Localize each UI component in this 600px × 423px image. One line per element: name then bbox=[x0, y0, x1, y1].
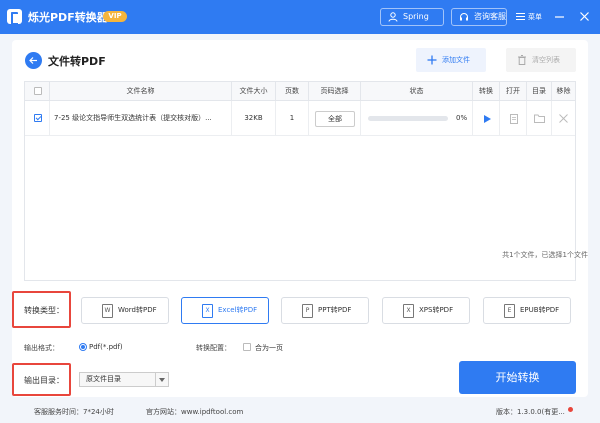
epub-to-pdf-label: EPUB转PDF bbox=[520, 306, 560, 314]
chevron-down-icon[interactable] bbox=[155, 373, 168, 386]
convert-type-label: 转换类型： bbox=[24, 306, 64, 315]
ppt-file-icon: P bbox=[302, 304, 313, 318]
play-icon[interactable] bbox=[483, 115, 491, 123]
back-button[interactable] bbox=[25, 52, 42, 69]
xps-to-pdf-label: XPS转PDF bbox=[419, 306, 454, 314]
menu-label: 菜单 bbox=[528, 13, 542, 21]
close-icon[interactable] bbox=[579, 11, 590, 22]
output-dir-value: 原文件目录 bbox=[86, 375, 121, 383]
header-folder: 目录 bbox=[526, 82, 551, 101]
select-all-cell bbox=[25, 82, 49, 101]
header-open: 打开 bbox=[499, 82, 526, 101]
range-cell: 全部 bbox=[308, 101, 360, 136]
word-to-pdf-label: Word转PDF bbox=[118, 306, 157, 314]
xps-file-icon: X bbox=[403, 304, 414, 318]
word-file-icon: W bbox=[102, 304, 113, 318]
row-checkbox[interactable] bbox=[34, 114, 42, 122]
open-cell bbox=[499, 101, 526, 136]
service-hours: 客服服务时间：7*24小时 bbox=[34, 408, 114, 416]
app-logo-icon bbox=[7, 9, 22, 25]
update-dot bbox=[568, 407, 573, 412]
excel-to-pdf-button[interactable]: X Excel转PDF bbox=[181, 297, 269, 324]
excel-file-icon: X bbox=[202, 304, 213, 318]
user-name: Spring bbox=[403, 12, 429, 21]
file-size: 32KB bbox=[231, 101, 275, 136]
table-row[interactable]: 7-25 级论文指导师生双选统计表（提交核对版）... 32KB 1 全部 0% bbox=[25, 101, 575, 136]
app-title: 烁光PDF转换器 bbox=[28, 11, 108, 24]
add-file-label: 添加文件 bbox=[442, 56, 470, 64]
remove-cell bbox=[551, 101, 575, 136]
trash-icon bbox=[518, 55, 526, 65]
folder-cell bbox=[526, 101, 551, 136]
version-info[interactable]: 版本：1.3.0.0(有更... bbox=[496, 407, 565, 417]
plus-icon bbox=[427, 55, 437, 65]
row-check-cell bbox=[25, 101, 49, 136]
start-convert-button[interactable]: 开始转换 bbox=[459, 361, 576, 394]
merge-page-label[interactable]: 合为一页 bbox=[255, 343, 283, 353]
page-title: 文件转PDF bbox=[48, 55, 106, 68]
header-convert: 转换 bbox=[472, 82, 499, 101]
page-range-button[interactable]: 全部 bbox=[315, 111, 355, 127]
epub-to-pdf-button[interactable]: E EPUB转PDF bbox=[483, 297, 571, 324]
add-file-button[interactable]: 添加文件 bbox=[416, 48, 486, 72]
select-all-checkbox[interactable] bbox=[34, 87, 42, 95]
folder-icon[interactable] bbox=[534, 114, 545, 123]
ppt-to-pdf-label: PPT转PDF bbox=[318, 306, 352, 314]
customer-service-button[interactable]: 咨询客服 bbox=[451, 8, 507, 26]
header-status: 状态 bbox=[360, 82, 472, 101]
clear-list-label: 清空列表 bbox=[532, 56, 560, 64]
pdf-format-radio[interactable] bbox=[79, 343, 87, 351]
file-table: 文件名称 文件大小 页数 页码选择 状态 转换 打开 目录 移除 7-25 级论… bbox=[24, 81, 576, 281]
output-dir-label: 输出目录： bbox=[24, 376, 64, 385]
official-website[interactable]: 官方网站：www.ipdftool.com bbox=[146, 407, 243, 417]
menu-icon bbox=[516, 13, 525, 20]
progress-percent: 0% bbox=[456, 114, 468, 122]
output-dir-select[interactable]: 原文件目录 bbox=[79, 372, 169, 387]
vip-badge[interactable]: VIP bbox=[103, 11, 127, 22]
table-header: 文件名称 文件大小 页数 页码选择 状态 转换 打开 目录 移除 bbox=[25, 82, 575, 101]
remove-icon[interactable] bbox=[559, 114, 568, 123]
header-range: 页码选择 bbox=[308, 82, 360, 101]
header-filename: 文件名称 bbox=[49, 82, 231, 101]
user-account-button[interactable]: Spring bbox=[380, 8, 444, 26]
pdf-format-label[interactable]: Pdf(*.pdf) bbox=[89, 343, 123, 351]
file-name: 7-25 级论文指导师生双选统计表（提交核对版）... bbox=[49, 101, 231, 136]
header-remove: 移除 bbox=[551, 82, 575, 101]
document-icon[interactable] bbox=[510, 114, 518, 124]
page-count: 1 bbox=[275, 101, 308, 136]
header-pages: 页数 bbox=[275, 82, 308, 101]
minimize-icon[interactable] bbox=[554, 11, 565, 22]
status-cell: 0% bbox=[360, 101, 472, 136]
convert-cell bbox=[472, 101, 499, 136]
excel-to-pdf-label: Excel转PDF bbox=[218, 306, 258, 314]
xps-to-pdf-button[interactable]: X XPS转PDF bbox=[382, 297, 470, 324]
header-size: 文件大小 bbox=[231, 82, 275, 101]
convert-config-label: 转换配置： bbox=[196, 344, 231, 352]
headset-icon bbox=[460, 13, 468, 21]
support-label: 咨询客服 bbox=[474, 12, 506, 21]
user-icon bbox=[388, 12, 398, 22]
clear-list-button[interactable]: 清空列表 bbox=[506, 48, 576, 72]
progress-bar bbox=[368, 116, 448, 121]
epub-file-icon: E bbox=[504, 304, 515, 318]
file-summary: 共1个文件，已选择1个文件 bbox=[502, 251, 588, 259]
ppt-to-pdf-button[interactable]: P PPT转PDF bbox=[281, 297, 369, 324]
title-bar: 烁光PDF转换器 VIP Spring 咨询客服 菜单 bbox=[0, 0, 600, 34]
word-to-pdf-button[interactable]: W Word转PDF bbox=[81, 297, 169, 324]
status-bar: 客服服务时间：7*24小时 官方网站：www.ipdftool.com 版本：1… bbox=[0, 401, 600, 423]
merge-page-checkbox[interactable] bbox=[243, 343, 251, 351]
menu-button[interactable]: 菜单 bbox=[516, 10, 542, 24]
output-format-label: 输出格式： bbox=[24, 344, 59, 352]
arrow-left-icon bbox=[29, 57, 37, 64]
